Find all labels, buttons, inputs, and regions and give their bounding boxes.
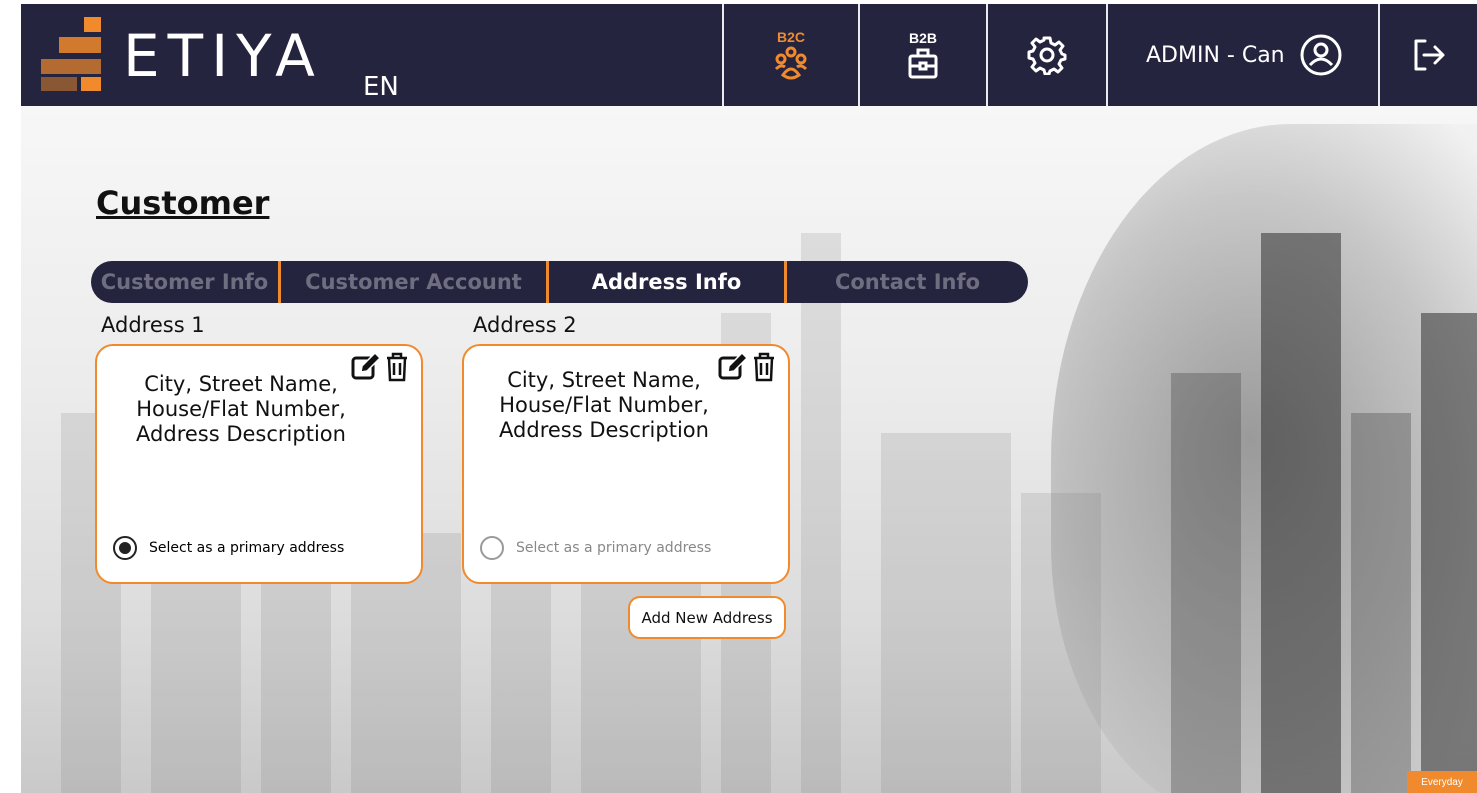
background-building	[801, 233, 841, 793]
b2b-label: B2B	[908, 30, 937, 46]
customer-tabs: Customer Info Customer Account Address I…	[91, 261, 1028, 303]
background-tower	[1261, 233, 1341, 793]
top-header: ETIYA EN B2C B2B ADMIN - Can	[21, 4, 1477, 106]
corner-badge: Everyday	[1407, 771, 1477, 793]
b2b-button[interactable]: B2B	[860, 4, 986, 106]
logout-button[interactable]	[1380, 4, 1477, 106]
primary-address-label: Select as a primary address	[149, 540, 345, 556]
primary-address-label: Select as a primary address	[516, 540, 712, 556]
primary-address-option[interactable]: Select as a primary address	[480, 536, 711, 560]
logout-icon	[1414, 39, 1444, 71]
tab-customer-info[interactable]: Customer Info	[91, 261, 281, 303]
header-divider	[1106, 4, 1108, 106]
address-1-label: Address 1	[101, 313, 205, 337]
address-2-label: Address 2	[473, 313, 577, 337]
background-tower	[1171, 373, 1241, 793]
etiya-logo-icon	[41, 17, 101, 91]
tab-address-info[interactable]: Address Info	[549, 261, 787, 303]
language-selector[interactable]: EN	[363, 72, 399, 102]
address-card-2: City, Street Name, House/Flat Number, Ad…	[462, 344, 790, 584]
delete-icon[interactable]	[752, 352, 776, 382]
primary-address-radio[interactable]	[480, 536, 504, 560]
background-tower	[1421, 313, 1477, 793]
address-text: City, Street Name, House/Flat Number, Ad…	[499, 368, 709, 442]
app-frame: ETIYA EN B2C B2B ADMIN - Can Customer Cu…	[21, 4, 1477, 793]
b2b-briefcase-icon	[908, 48, 938, 79]
delete-icon[interactable]	[385, 352, 409, 382]
address-card-1: City, Street Name, House/Flat Number, Ad…	[95, 344, 423, 584]
address-text: City, Street Name, House/Flat Number, Ad…	[136, 372, 346, 446]
gear-icon	[1027, 36, 1067, 75]
add-new-address-button[interactable]: Add New Address	[628, 596, 786, 639]
b2c-button[interactable]: B2C	[724, 4, 858, 106]
background-building	[881, 433, 1011, 793]
b2c-users-icon	[774, 46, 808, 80]
background-tower	[1351, 413, 1411, 793]
settings-button[interactable]	[988, 4, 1106, 106]
primary-address-radio[interactable]	[113, 536, 137, 560]
page-title: Customer	[96, 184, 270, 222]
user-name: ADMIN - Can	[1146, 42, 1285, 68]
primary-address-option[interactable]: Select as a primary address	[113, 536, 344, 560]
tab-contact-info[interactable]: Contact Info	[787, 261, 1028, 303]
brand-name: ETIYA	[123, 22, 323, 90]
b2c-label: B2C	[776, 29, 805, 45]
user-avatar-icon	[1300, 34, 1342, 76]
tab-customer-account[interactable]: Customer Account	[281, 261, 549, 303]
user-menu[interactable]: ADMIN - Can	[1146, 4, 1343, 106]
